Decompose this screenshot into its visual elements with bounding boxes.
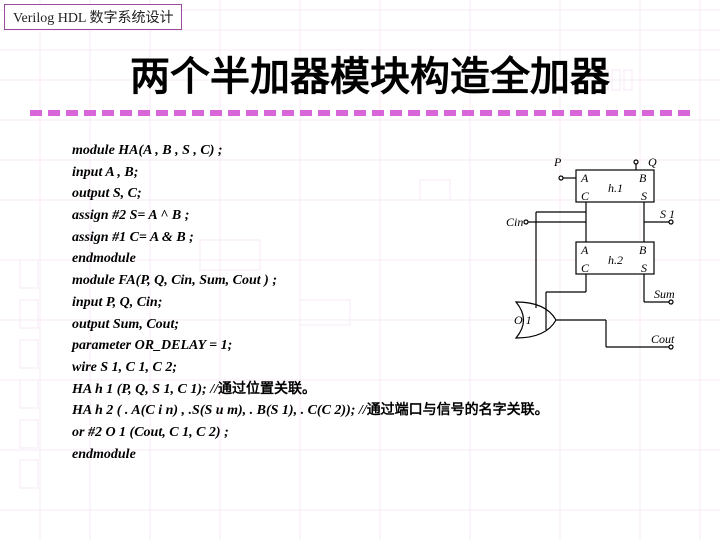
diagram-label-C: C: [581, 189, 590, 203]
diagram-label-A: A: [580, 171, 589, 185]
diagram-label-C2: C: [581, 261, 590, 275]
code-comment: 通过位置关联。: [218, 382, 316, 397]
full-adder-diagram: P Q A B h.1 C S Cin S 1 A B h.2 C S O 1 …: [476, 152, 676, 352]
page-title: 两个半加器模块构造全加器: [60, 44, 680, 102]
diagram-label-Cin: Cin: [506, 215, 523, 229]
diagram-label-O1: O 1: [514, 313, 532, 327]
diagram-label-S1: S 1: [660, 207, 675, 221]
code-text: HA h 2 ( . A(C i n) , .S(S u m), . B(S 1…: [72, 403, 367, 418]
code-comment: 通过端口与信号的名字关联。: [367, 403, 549, 418]
header-tag: Verilog HDL 数字系统设计: [4, 4, 182, 30]
diagram-label-Sum: Sum: [654, 287, 675, 301]
diagram-label-Q: Q: [648, 155, 657, 169]
code-text: HA h 1 (P, Q, S 1, C 1); //: [72, 382, 218, 397]
diagram-label-S: S: [641, 189, 647, 203]
diagram-label-Cout: Cout: [651, 332, 675, 346]
diagram-label-h2: h.2: [608, 253, 623, 267]
code-line: HA h 2 ( . A(C i n) , .S(S u m), . B(S 1…: [72, 400, 652, 422]
code-line: HA h 1 (P, Q, S 1, C 1); //通过位置关联。: [72, 379, 652, 401]
diagram-label-B2: B: [639, 243, 647, 257]
code-line: endmodule: [72, 444, 652, 466]
diagram-label-h1: h.1: [608, 181, 623, 195]
code-line: wire S 1, C 1, C 2;: [72, 357, 652, 379]
diagram-label-S2: S: [641, 261, 647, 275]
diagram-label-B: B: [639, 171, 647, 185]
diagram-label-P: P: [553, 155, 562, 169]
diagram-label-A2: A: [580, 243, 589, 257]
code-line: or #2 O 1 (Cout, C 1, C 2) ;: [72, 422, 652, 444]
title-underline: [30, 110, 690, 116]
